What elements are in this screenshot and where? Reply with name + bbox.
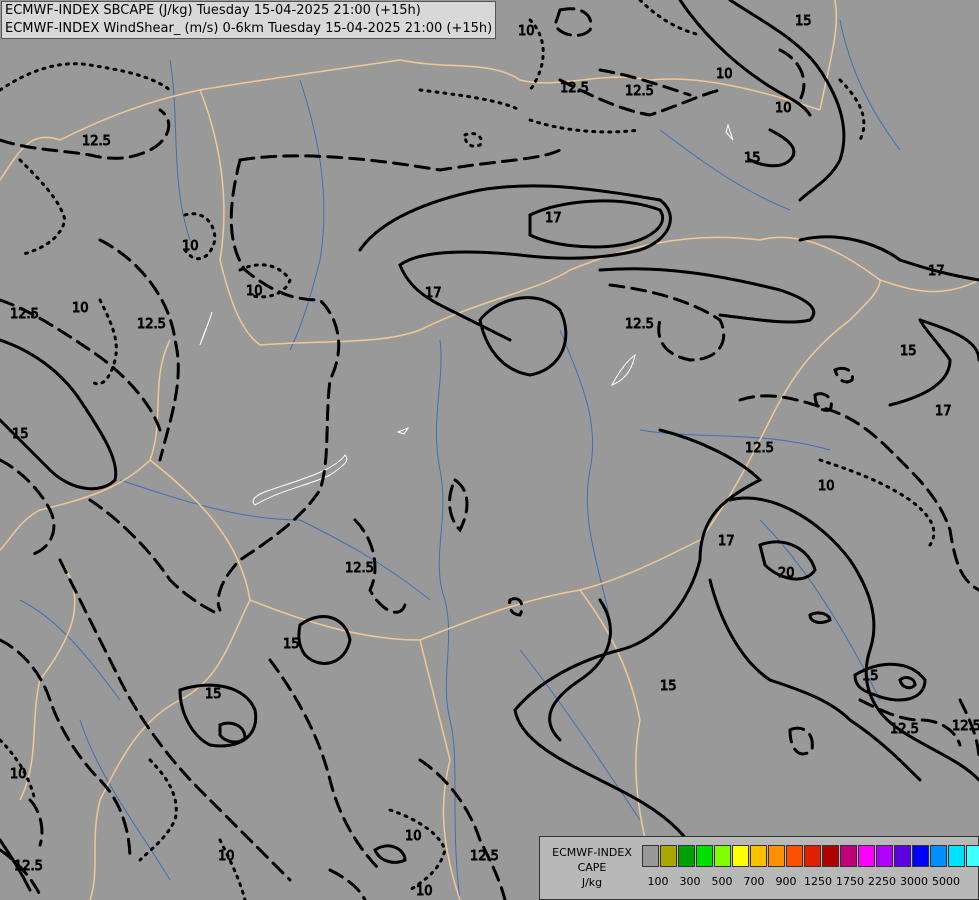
legend-swatch [696, 845, 713, 867]
legend-swatch [678, 845, 695, 867]
legend-title-unit: J/kg [581, 876, 603, 889]
contour-label: 12.5 [10, 307, 39, 322]
contour-label: 10 [775, 101, 792, 116]
contour-label: 12.5 [14, 859, 43, 874]
legend-tick-label: 900 [775, 875, 797, 888]
contour-label: 12.5 [82, 134, 111, 149]
legend-swatches [642, 845, 979, 867]
legend-swatch [768, 845, 785, 867]
contour-label: 12.5 [137, 317, 166, 332]
header-line-cape: ECMWF-INDEX SBCAPE (J/kg) Tuesday 15-04-… [5, 3, 421, 18]
legend-tick-label: 2250 [868, 875, 896, 888]
legend-swatch [966, 845, 979, 867]
legend-tick-label: 1250 [804, 875, 832, 888]
contour-label: 10 [10, 767, 27, 782]
legend-swatch [912, 845, 929, 867]
map-canvas: 10 12.5 12.5 10 10 15 15 12.5 10 10 12.5… [0, 0, 979, 900]
header-line-windshear: ECMWF-INDEX WindShear_ (m/s) 0-6km Tuesd… [5, 21, 493, 36]
contour-label: 10 [518, 24, 535, 39]
contour-label: 20 [778, 566, 795, 581]
legend-tick-label: 700 [743, 875, 765, 888]
legend-ticks: 100 300 500 700 900 1250 1750 2250 3000 5000 [642, 875, 972, 889]
legend-tick-label: 500 [711, 875, 733, 888]
contour-label: 15 [12, 427, 29, 442]
contour-label: 12.5 [470, 849, 499, 864]
legend-swatch [714, 845, 731, 867]
contour-label: 15 [205, 687, 222, 702]
contour-label: 10 [182, 239, 199, 254]
contour-label: 12.5 [560, 81, 589, 96]
contour-label: 10 [405, 829, 422, 844]
contour-label: 12.5 [952, 719, 979, 734]
legend-title-model: ECMWF-INDEX [552, 846, 632, 859]
contour-label: 15 [744, 151, 761, 166]
contour-label: 12.5 [625, 317, 654, 332]
legend-tick-label: 100 [647, 875, 669, 888]
legend-swatch [804, 845, 821, 867]
contour-label: 12.5 [345, 561, 374, 576]
map-header: ECMWF-INDEX SBCAPE (J/kg) Tuesday 15-04-… [1, 1, 497, 39]
legend-swatch [660, 845, 677, 867]
contour-label: 15 [900, 344, 917, 359]
legend-tick-label: 1750 [836, 875, 864, 888]
contour-label: 15 [795, 14, 812, 29]
legend-swatch [750, 845, 767, 867]
legend-swatch [822, 845, 839, 867]
legend-swatch [930, 845, 947, 867]
contour-label: 15 [862, 669, 879, 684]
contour-label: 17 [935, 404, 952, 419]
legend-tick-label: 5000 [932, 875, 960, 888]
legend-title: ECMWF-INDEX CAPE J/kg [544, 845, 640, 890]
contour-label: 15 [660, 679, 677, 694]
legend-swatch [840, 845, 857, 867]
contour-label: 10 [716, 67, 733, 82]
legend-swatch [642, 845, 659, 867]
contour-label: 12.5 [625, 84, 654, 99]
contour-label: 12.5 [890, 722, 919, 737]
contour-label: 10 [246, 284, 263, 299]
contour-label: 10 [72, 301, 89, 316]
contour-label: 12.5 [745, 441, 774, 456]
legend-tick-label: 300 [679, 875, 701, 888]
cape-legend: ECMWF-INDEX CAPE J/kg 100 300 500 700 900 125… [539, 836, 979, 900]
contour-label: 17 [425, 286, 442, 301]
legend-title-field: CAPE [577, 861, 607, 874]
legend-swatch [858, 845, 875, 867]
contour-label: 17 [545, 211, 562, 226]
contour-label: 15 [283, 637, 300, 652]
contour-label: 10 [416, 884, 433, 899]
legend-swatch [894, 845, 911, 867]
contour-label: 17 [718, 534, 735, 549]
legend-tick-label: 3000 [900, 875, 928, 888]
legend-swatch [948, 845, 965, 867]
contour-label: 10 [818, 479, 835, 494]
contour-label: 10 [218, 849, 235, 864]
contour-label: 17 [928, 264, 945, 279]
legend-swatch [786, 845, 803, 867]
legend-swatch [876, 845, 893, 867]
legend-swatch [732, 845, 749, 867]
